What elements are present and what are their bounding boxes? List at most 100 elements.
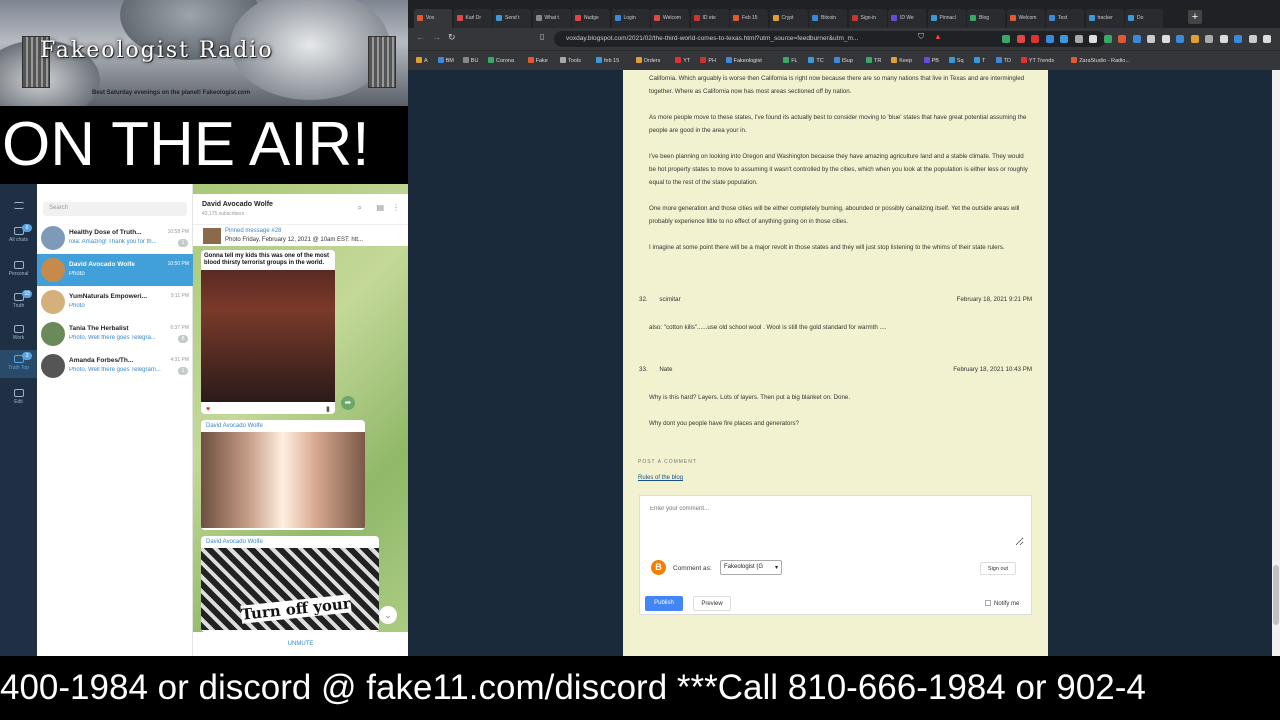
bookmark-item[interactable]: T (974, 57, 985, 64)
search-icon[interactable]: ⌕ (358, 203, 362, 213)
folder-truth-top[interactable]: Truth Top 3 (0, 350, 37, 378)
browser-tab[interactable]: Login (611, 9, 650, 28)
browser-tab[interactable]: Karl Dr (453, 9, 492, 28)
sidebar-icon[interactable]: ▤ (376, 203, 384, 212)
bookmark-item[interactable]: Fakeologist (725, 57, 762, 64)
browser-tab[interactable]: Welcom (1006, 9, 1045, 28)
browser-tab[interactable]: ID ete (690, 9, 729, 28)
extension-icon[interactable] (1176, 35, 1184, 43)
browser-tab[interactable]: Welcom (651, 9, 689, 28)
extension-icon[interactable] (1248, 35, 1257, 43)
bookmark-item[interactable]: ISup (833, 57, 853, 64)
bookmark-item[interactable]: YT (675, 57, 690, 64)
shield-icon[interactable]: ⛉ (918, 32, 924, 42)
chat-item-selected[interactable]: David Avocado Wolfe Photo 10:50 PM (37, 254, 193, 286)
bookmark-item[interactable]: Fake (527, 57, 548, 64)
chat-item[interactable]: Healthy Dose of Truth... Iola: Amazing! … (37, 222, 193, 254)
bookmark-item[interactable]: TC (808, 57, 824, 64)
bookmark-item[interactable]: BM (437, 57, 454, 64)
message-photo[interactable]: David Avocado Wolfe (201, 420, 365, 530)
folder-all[interactable]: All chats 6 (0, 222, 37, 250)
browser-tab[interactable]: tracker (1085, 9, 1124, 28)
search-input[interactable]: Search (43, 202, 187, 216)
message-image[interactable] (201, 432, 365, 528)
browser-tab[interactable]: Nudge (572, 9, 610, 28)
reload-icon[interactable]: ↻ (448, 32, 456, 43)
new-tab-button[interactable]: + (1188, 10, 1202, 24)
back-icon[interactable]: ← (416, 32, 425, 42)
bookmark-item[interactable]: Corona (488, 57, 514, 64)
scroll-down-icon[interactable]: ⌄ (379, 606, 397, 624)
bookmark-page-icon[interactable]: ▯ (540, 32, 544, 41)
identity-select[interactable]: Fakeologist (G ▾ (720, 560, 782, 575)
browser-tab[interactable]: What t (532, 9, 571, 28)
bookmark-item[interactable]: FL (783, 57, 798, 64)
message-image[interactable]: Turn off your (201, 548, 379, 630)
comment-author[interactable]: scimitar (659, 296, 680, 303)
browser-tab[interactable]: Do (1125, 9, 1163, 28)
more-icon[interactable]: ⋮ (392, 203, 400, 212)
extension-icon[interactable] (1118, 35, 1126, 43)
bookmark-item[interactable]: BU (462, 57, 478, 64)
bookmark-item[interactable]: TR (866, 57, 881, 64)
extension-icon[interactable] (1205, 35, 1213, 43)
alert-icon[interactable]: ▲ (934, 32, 942, 41)
bookmark-item[interactable]: YT Trends (1020, 57, 1054, 64)
unmute-button[interactable]: UNMUTE (193, 632, 408, 656)
bookmark-item[interactable]: Orders (635, 57, 660, 64)
extension-icon[interactable] (1132, 35, 1141, 43)
browser-tab[interactable]: Send t (493, 9, 531, 28)
bookmark-item[interactable]: feb 15 (596, 57, 619, 64)
browser-tab[interactable]: ID We (888, 9, 926, 28)
chat-item[interactable]: Tania The Herbalist Photo, Well there go… (37, 318, 193, 350)
bookmark-item[interactable]: Sq (948, 57, 964, 64)
extension-icon[interactable] (1089, 35, 1097, 43)
folder-personal[interactable]: Personal (0, 256, 37, 284)
extension-icon[interactable] (1190, 35, 1199, 43)
scrollbar-thumb[interactable] (1273, 565, 1279, 625)
heart-icon[interactable]: ♥ (206, 406, 210, 413)
extension-icon[interactable] (1147, 35, 1155, 43)
message-photo[interactable]: Gonna tell my kids this was one of the m… (201, 250, 335, 414)
bookmark-item[interactable]: A (416, 57, 428, 64)
notify-checkbox[interactable]: Notify me (985, 600, 1019, 607)
extension-icon[interactable] (1161, 35, 1170, 43)
extension-icon[interactable] (1016, 35, 1025, 43)
preview-button[interactable]: Preview (693, 596, 731, 611)
comment-author[interactable]: Nate (659, 366, 672, 373)
extension-icon[interactable] (1031, 35, 1039, 43)
scrollbar[interactable] (1272, 70, 1280, 656)
folder-work[interactable]: Work (0, 320, 37, 348)
menu-icon[interactable] (0, 200, 37, 212)
bookmark-item[interactable]: PH (700, 57, 716, 64)
bookmark-item[interactable]: ZaraStudio - Radio... (1071, 57, 1130, 64)
bookmark-item[interactable]: TD (995, 57, 1011, 64)
channel-title[interactable]: David Avocado Wolfe (202, 201, 273, 208)
extension-icon[interactable] (1219, 35, 1228, 43)
comment-textarea[interactable] (650, 506, 1024, 546)
browser-tab[interactable]: Pinnacl (927, 9, 966, 28)
browser-tab[interactable]: Blog (967, 9, 1005, 28)
folder-truth[interactable]: Truth 33 (0, 288, 37, 316)
browser-tab[interactable]: Vox (414, 9, 452, 28)
publish-button[interactable]: Publish (645, 596, 683, 611)
comment-date[interactable]: February 18, 2021 9:21 PM (957, 296, 1032, 303)
browser-tab[interactable]: Bitcoin (809, 9, 847, 28)
chat-item[interactable]: Amanda Forbes/Th... Photo, Well there go… (37, 350, 193, 382)
extension-icon[interactable] (1103, 35, 1112, 43)
extension-icon[interactable] (1263, 35, 1271, 43)
bookmark-icon[interactable]: ▮ (326, 405, 330, 413)
browser-tab[interactable]: Feb 15 (730, 9, 768, 28)
sign-out-button[interactable]: Sign out (980, 562, 1016, 575)
pinned-message[interactable]: Pinned message #28 Photo Friday, Februar… (193, 224, 408, 246)
extension-icon[interactable] (1234, 35, 1242, 43)
chat-item[interactable]: YumNaturals Empoweri... Photo 9:11 PM (37, 286, 193, 318)
browser-tab[interactable]: Test (1046, 9, 1084, 28)
bookmark-item[interactable]: PB (923, 57, 939, 64)
browser-tab[interactable]: Crypt (769, 9, 808, 28)
message-photo[interactable]: David Avocado Wolfe Turn off your (201, 536, 379, 632)
extension-icon[interactable] (1060, 35, 1068, 43)
folder-edit[interactable]: Edit (0, 384, 37, 412)
extension-icon[interactable] (1002, 35, 1010, 43)
extension-icon[interactable] (1045, 35, 1054, 43)
